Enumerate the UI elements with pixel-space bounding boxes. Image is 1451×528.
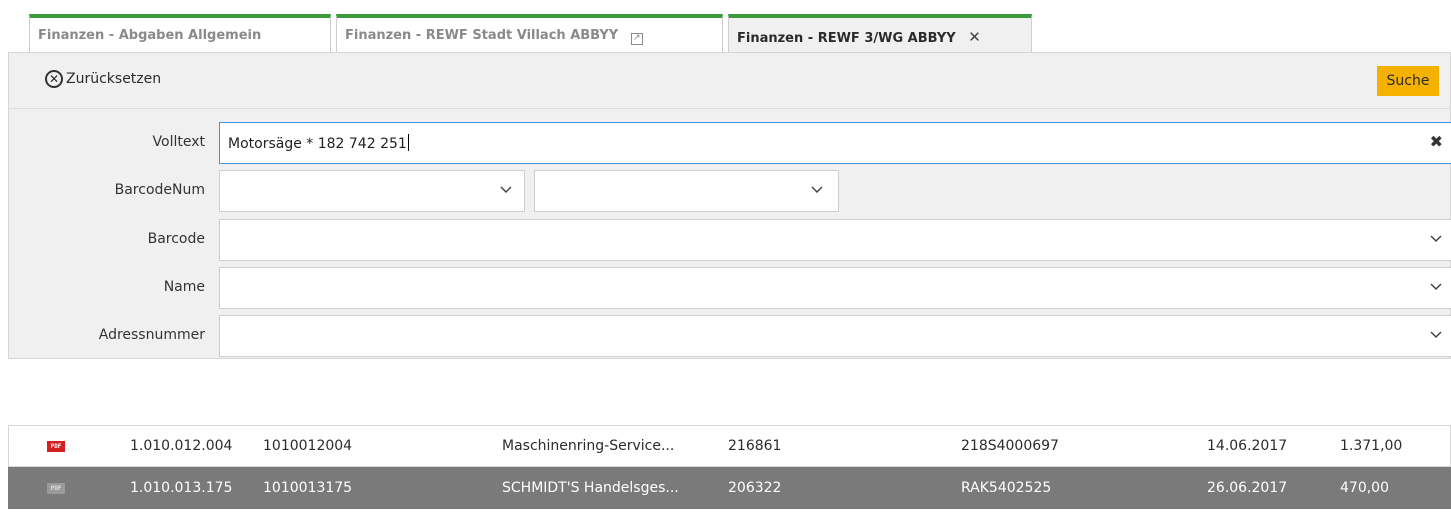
cell-code: 206322	[728, 480, 782, 496]
clear-icon[interactable]: ✖	[1430, 132, 1443, 151]
cell-name: SCHMIDT'S Handelsges...	[502, 480, 679, 496]
chevron-down-icon	[1430, 328, 1442, 340]
barcodenum-select-1[interactable]	[219, 170, 525, 212]
toolbar: ✕ Zurücksetzen Suche	[8, 52, 1451, 108]
name-select[interactable]	[219, 267, 1451, 309]
tab-finanzen-abgaben-allgemein[interactable]: Finanzen - Abgaben Allgemein	[29, 14, 331, 52]
search-button[interactable]: Suche	[1377, 66, 1439, 96]
tab-label: Finanzen - Abgaben Allgemein	[38, 28, 262, 43]
pdf-icon[interactable]: PDF	[47, 441, 65, 452]
table-row[interactable]: PDF 1.010.013.175 1010013175 SCHMIDT'S H…	[8, 467, 1451, 509]
tab-finanzen-rewf-stadt-villach[interactable]: Finanzen - REWF Stadt Villach ABBYY ↗	[336, 14, 723, 52]
adressnummer-row: Adressnummer	[9, 315, 1451, 357]
reset-label: Zurücksetzen	[66, 71, 162, 87]
cell-date: 14.06.2017	[1207, 438, 1288, 454]
search-form: Volltext Motorsäge * 182 742 251 ✖ Barco…	[8, 108, 1451, 359]
name-row: Name	[9, 267, 1451, 309]
table-row[interactable]: PDF 1.010.012.004 1010012004 Maschinenri…	[8, 425, 1451, 467]
cell-amount: 470,00	[1340, 480, 1389, 496]
cell-nr: 1.010.012.004	[130, 438, 233, 454]
cell-amount: 1.371,00	[1340, 438, 1403, 454]
barcodenum-select-2[interactable]	[534, 170, 839, 212]
cell-nr: 1.010.013.175	[130, 480, 233, 496]
tab-label: Finanzen - REWF 3/WG ABBYY	[737, 31, 956, 46]
cell-id: 1010012004	[263, 438, 353, 454]
adressnummer-select[interactable]	[219, 315, 1451, 357]
tab-finanzen-rewf-3-wg[interactable]: Finanzen - REWF 3/WG ABBYY ✕	[728, 14, 1032, 52]
cell-ref: RAK5402525	[961, 480, 1052, 496]
barcode-label: Barcode	[147, 231, 205, 247]
external-link-icon[interactable]: ↗	[630, 33, 643, 45]
close-icon[interactable]: ✕	[968, 28, 981, 46]
chevron-down-icon	[1430, 232, 1442, 244]
name-label: Name	[163, 279, 205, 295]
reset-button[interactable]: ✕ Zurücksetzen	[45, 70, 161, 88]
cell-code: 216861	[728, 438, 782, 454]
tab-label: Finanzen - REWF Stadt Villach ABBYY	[345, 28, 619, 43]
volltext-input[interactable]: Motorsäge * 182 742 251 ✖	[219, 122, 1451, 164]
chevron-down-icon	[500, 183, 512, 195]
chevron-down-icon	[811, 183, 823, 195]
text-caret	[407, 134, 409, 151]
volltext-label: Volltext	[152, 134, 205, 150]
cell-name: Maschinenring-Service...	[502, 438, 675, 454]
volltext-value: Motorsäge * 182 742 251	[228, 136, 407, 152]
cell-id: 1010013175	[263, 480, 353, 496]
barcodenum-row: BarcodeNum	[9, 170, 1451, 212]
cell-ref: 218S4000697	[961, 438, 1059, 454]
barcode-select[interactable]	[219, 219, 1451, 261]
cell-date: 26.06.2017	[1207, 480, 1288, 496]
tab-bar: Finanzen - Abgaben Allgemein Finanzen - …	[29, 14, 1451, 52]
barcode-row: Barcode	[9, 219, 1451, 261]
chevron-down-icon	[1430, 280, 1442, 292]
volltext-row: Volltext Motorsäge * 182 742 251 ✖	[9, 122, 1451, 164]
barcodenum-label: BarcodeNum	[114, 182, 205, 198]
pdf-icon[interactable]: PDF	[47, 483, 65, 494]
adressnummer-label: Adressnummer	[98, 327, 205, 343]
reset-icon: ✕	[45, 70, 63, 88]
